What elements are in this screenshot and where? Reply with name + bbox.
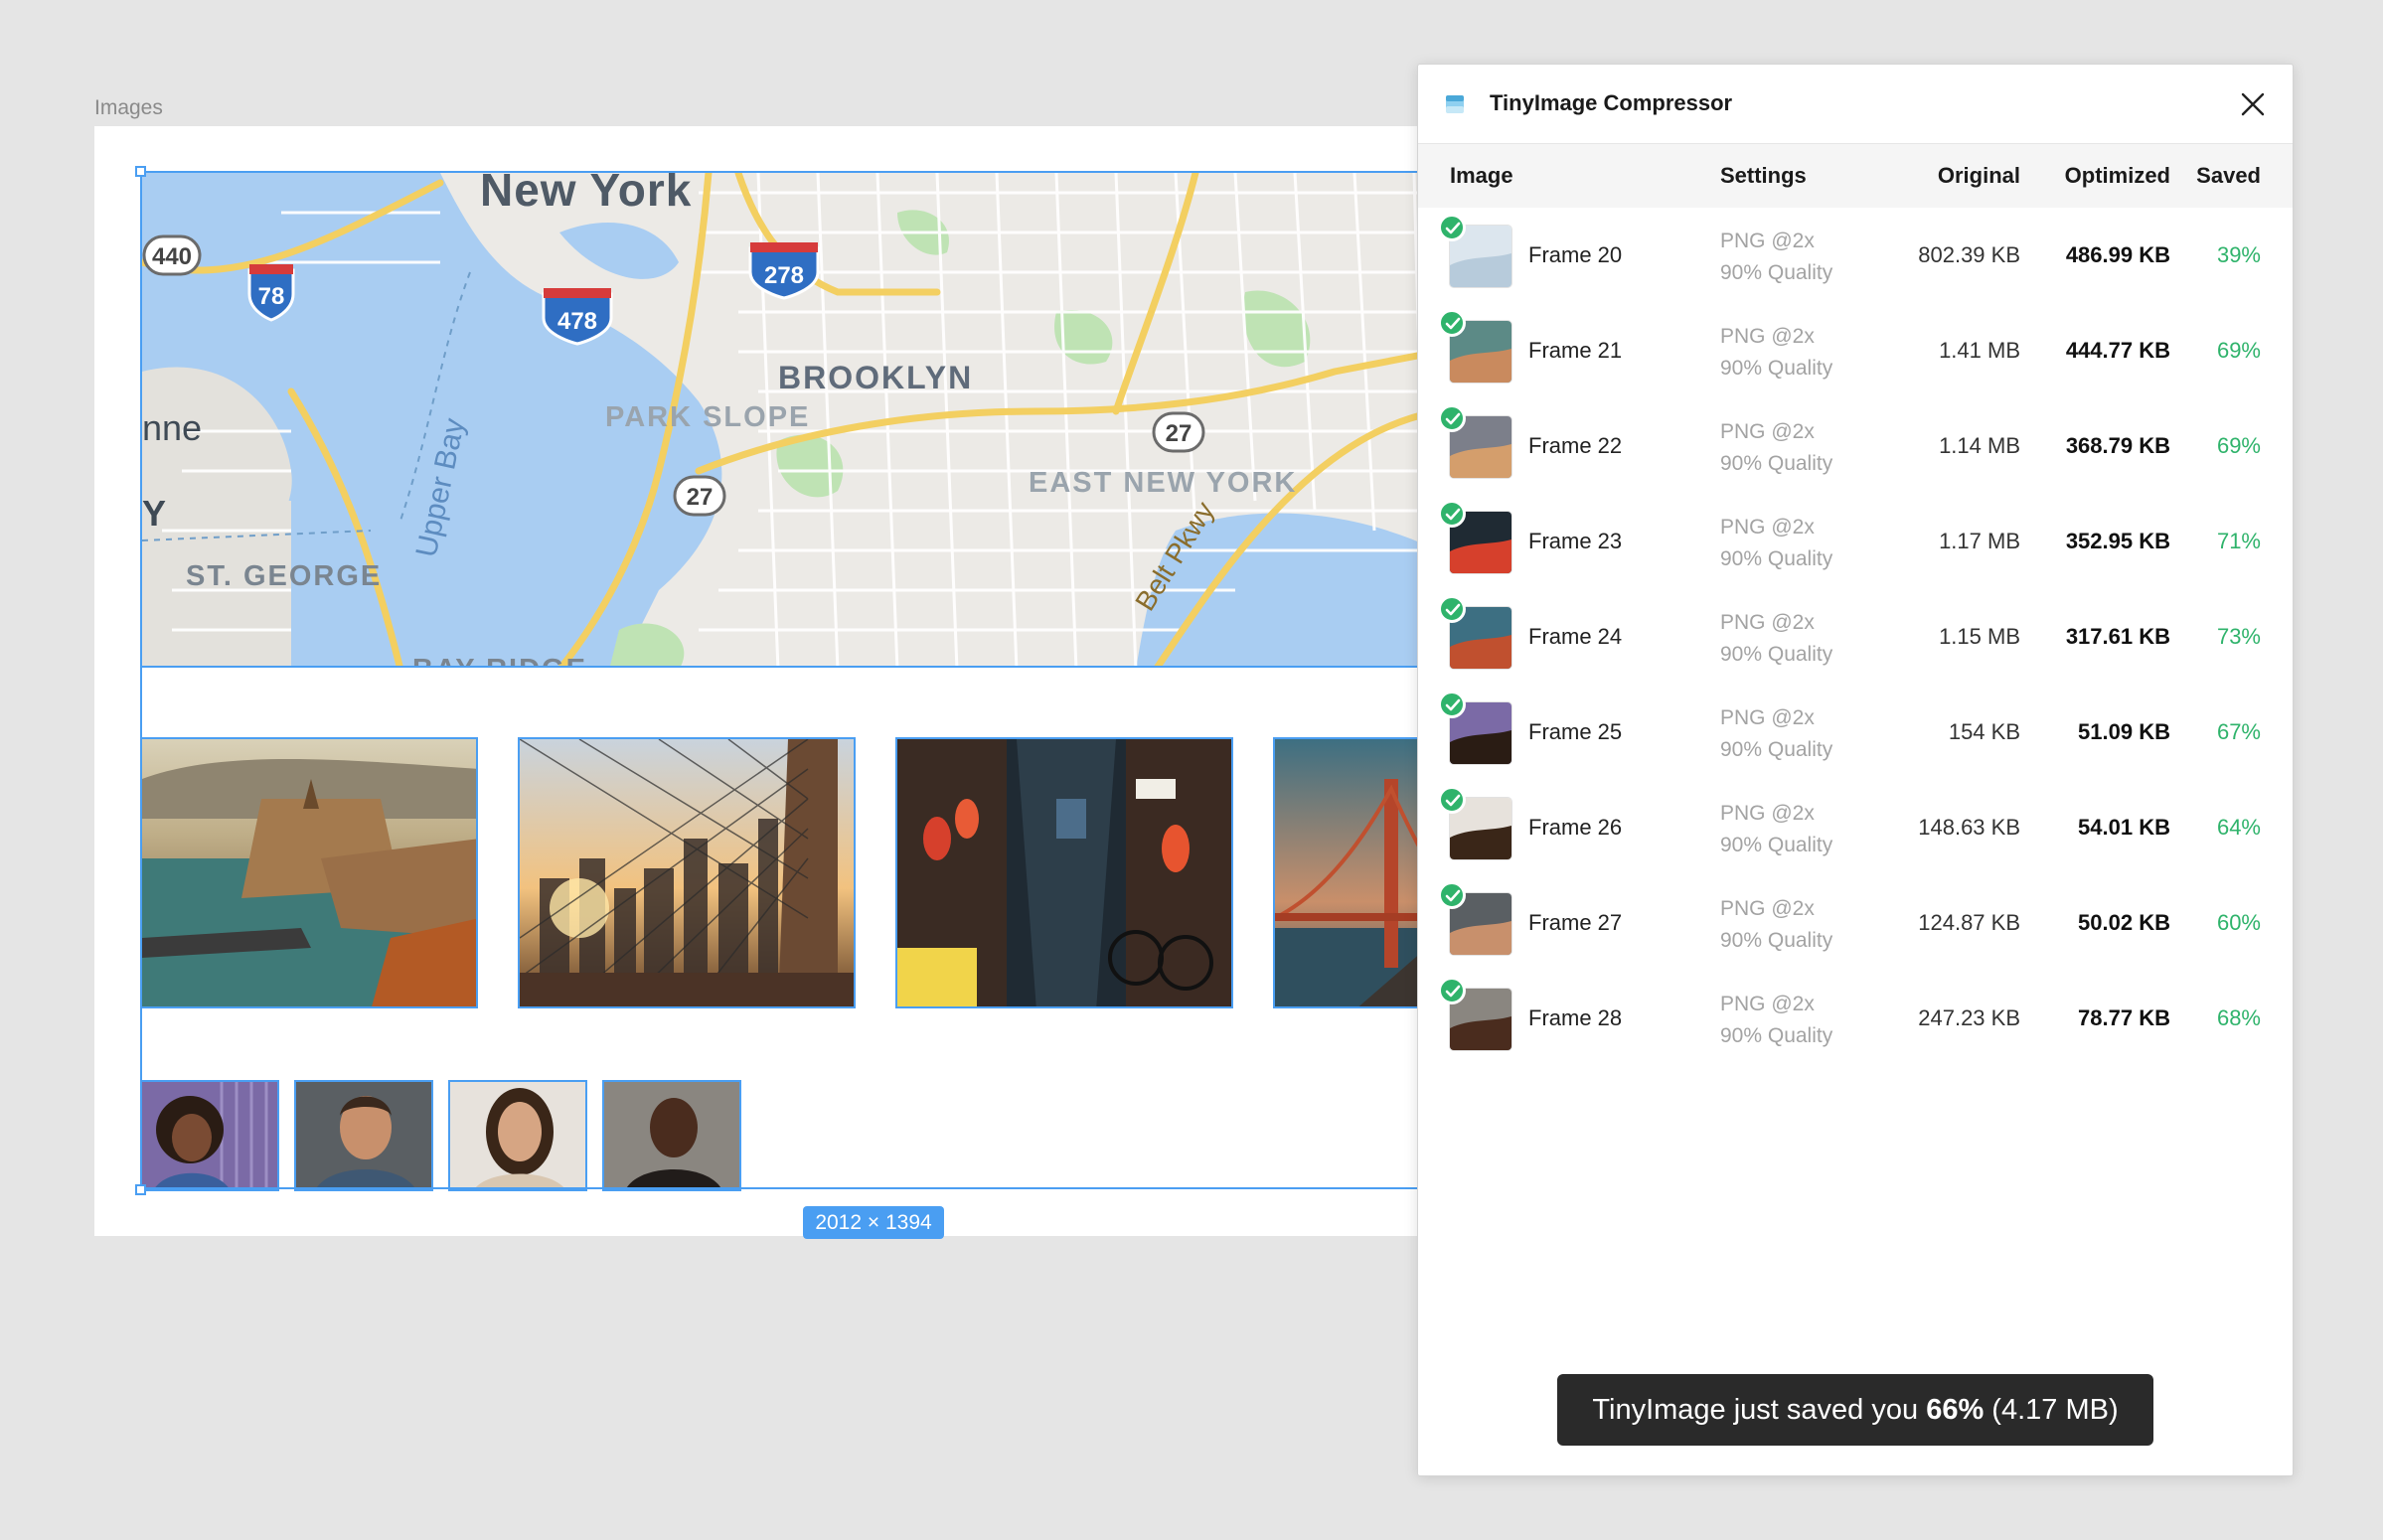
- selection-box[interactable]: [140, 171, 1432, 1189]
- success-check-icon: [1438, 691, 1466, 718]
- setting-quality: 90% Quality: [1720, 1024, 1833, 1047]
- setting-quality: 90% Quality: [1720, 357, 1833, 380]
- panel-title: TinyImage Compressor: [1490, 90, 1733, 115]
- original-size: 154 KB: [1948, 719, 2020, 744]
- optimized-size: 51.09 KB: [2078, 719, 2170, 744]
- frame-label[interactable]: Images: [94, 96, 163, 120]
- table-row[interactable]: Frame 27 PNG @2x 90% Quality 124.87 KB 50.02…: [1418, 877, 2293, 973]
- toast-percent: 66%: [1926, 1394, 1985, 1426]
- table-row[interactable]: Frame 20 PNG @2x 90% Quality 802.39 KB 486.9…: [1418, 210, 2293, 305]
- frame-name: Frame 22: [1528, 433, 1623, 458]
- setting-format: PNG @2x: [1720, 897, 1815, 920]
- frame-name: Frame 28: [1528, 1005, 1623, 1030]
- selection-size-badge: 2012 × 1394: [803, 1206, 944, 1239]
- toast-prefix: TinyImage just saved you: [1592, 1394, 1919, 1426]
- table-header: Image Settings Original Optimized Saved: [1418, 144, 2293, 208]
- table-row[interactable]: Frame 23 PNG @2x 90% Quality 1.17 MB 352.95 …: [1418, 496, 2293, 591]
- table-row[interactable]: Frame 28 PNG @2x 90% Quality 247.23 KB 78.77…: [1418, 973, 2293, 1068]
- success-check-icon: [1438, 500, 1466, 528]
- setting-format: PNG @2x: [1720, 706, 1815, 729]
- success-check-icon: [1438, 595, 1466, 623]
- original-size: 124.87 KB: [1918, 910, 2020, 935]
- optimized-size: 78.77 KB: [2078, 1005, 2170, 1030]
- original-size: 148.63 KB: [1918, 815, 2020, 840]
- plugin-panel: TinyImage Compressor Image Settings Orig…: [1417, 64, 2294, 1476]
- column-header-image: Image: [1450, 163, 1513, 188]
- original-size: 247.23 KB: [1918, 1005, 2020, 1030]
- frame-name: Frame 24: [1528, 624, 1623, 649]
- success-check-icon: [1438, 881, 1466, 909]
- original-size: 1.41 MB: [1939, 338, 2020, 363]
- column-header-optimized: Optimized: [2064, 163, 2170, 188]
- close-icon[interactable]: [2235, 86, 2271, 122]
- success-check-icon: [1438, 786, 1466, 814]
- setting-quality: 90% Quality: [1720, 643, 1833, 666]
- setting-format: PNG @2x: [1720, 993, 1815, 1015]
- table-row[interactable]: Frame 21 PNG @2x 90% Quality 1.41 MB 444.77 …: [1418, 305, 2293, 400]
- original-size: 802.39 KB: [1918, 242, 2020, 267]
- optimized-size: 444.77 KB: [2065, 338, 2170, 363]
- setting-quality: 90% Quality: [1720, 261, 1833, 284]
- setting-format: PNG @2x: [1720, 230, 1815, 252]
- success-check-icon: [1438, 977, 1466, 1004]
- selection-handle-bottom-left[interactable]: [135, 1184, 146, 1195]
- setting-quality: 90% Quality: [1720, 738, 1833, 761]
- optimized-size: 368.79 KB: [2065, 433, 2170, 458]
- panel-header: TinyImage Compressor: [1418, 65, 2293, 144]
- saved-percent: 69%: [2216, 433, 2261, 458]
- table-row[interactable]: Frame 24 PNG @2x 90% Quality 1.15 MB 317.61 …: [1418, 591, 2293, 687]
- column-header-saved: Saved: [2196, 163, 2261, 188]
- saved-percent: 64%: [2216, 815, 2261, 840]
- toast-amount: (4.17 MB): [1991, 1394, 2119, 1426]
- saved-percent: 39%: [2216, 242, 2261, 267]
- frame-name: Frame 25: [1528, 719, 1623, 744]
- selection-handle-top-left[interactable]: [135, 166, 146, 177]
- setting-quality: 90% Quality: [1720, 452, 1833, 475]
- frame-name: Frame 27: [1528, 910, 1623, 935]
- table-row[interactable]: Frame 22 PNG @2x 90% Quality 1.14 MB 368.79 …: [1418, 400, 2293, 496]
- optimized-size: 352.95 KB: [2065, 529, 2170, 553]
- setting-format: PNG @2x: [1720, 611, 1815, 634]
- column-header-original: Original: [1937, 163, 2020, 188]
- success-check-icon: [1438, 214, 1466, 241]
- saved-percent: 60%: [2216, 910, 2261, 935]
- saved-percent: 69%: [2216, 338, 2261, 363]
- table-row[interactable]: Frame 26 PNG @2x 90% Quality 148.63 KB 54.01…: [1418, 782, 2293, 877]
- frame-name: Frame 23: [1528, 529, 1623, 553]
- original-size: 1.17 MB: [1939, 529, 2020, 553]
- optimized-size: 50.02 KB: [2078, 910, 2170, 935]
- setting-quality: 90% Quality: [1720, 929, 1833, 952]
- optimized-size: 317.61 KB: [2065, 624, 2170, 649]
- savings-toast: TinyImage just saved you 66% (4.17 MB): [1557, 1374, 2153, 1446]
- saved-percent: 67%: [2216, 719, 2261, 744]
- success-check-icon: [1438, 309, 1466, 337]
- frame-name: Frame 21: [1528, 338, 1623, 363]
- setting-quality: 90% Quality: [1720, 834, 1833, 856]
- app-logo-icon: [1444, 93, 1466, 115]
- original-size: 1.15 MB: [1939, 624, 2020, 649]
- saved-percent: 68%: [2216, 1005, 2261, 1030]
- setting-format: PNG @2x: [1720, 802, 1815, 825]
- setting-quality: 90% Quality: [1720, 547, 1833, 570]
- saved-percent: 71%: [2216, 529, 2261, 553]
- table-row[interactable]: Frame 25 PNG @2x 90% Quality 154 KB 51.09 KB…: [1418, 687, 2293, 782]
- saved-percent: 73%: [2216, 624, 2261, 649]
- original-size: 1.14 MB: [1939, 433, 2020, 458]
- frame-name: Frame 20: [1528, 242, 1623, 267]
- optimized-size: 486.99 KB: [2065, 242, 2170, 267]
- setting-format: PNG @2x: [1720, 420, 1815, 443]
- column-header-settings: Settings: [1720, 163, 1807, 188]
- setting-format: PNG @2x: [1720, 325, 1815, 348]
- success-check-icon: [1438, 404, 1466, 432]
- frame-name: Frame 26: [1528, 815, 1623, 840]
- optimized-size: 54.01 KB: [2078, 815, 2170, 840]
- setting-format: PNG @2x: [1720, 516, 1815, 539]
